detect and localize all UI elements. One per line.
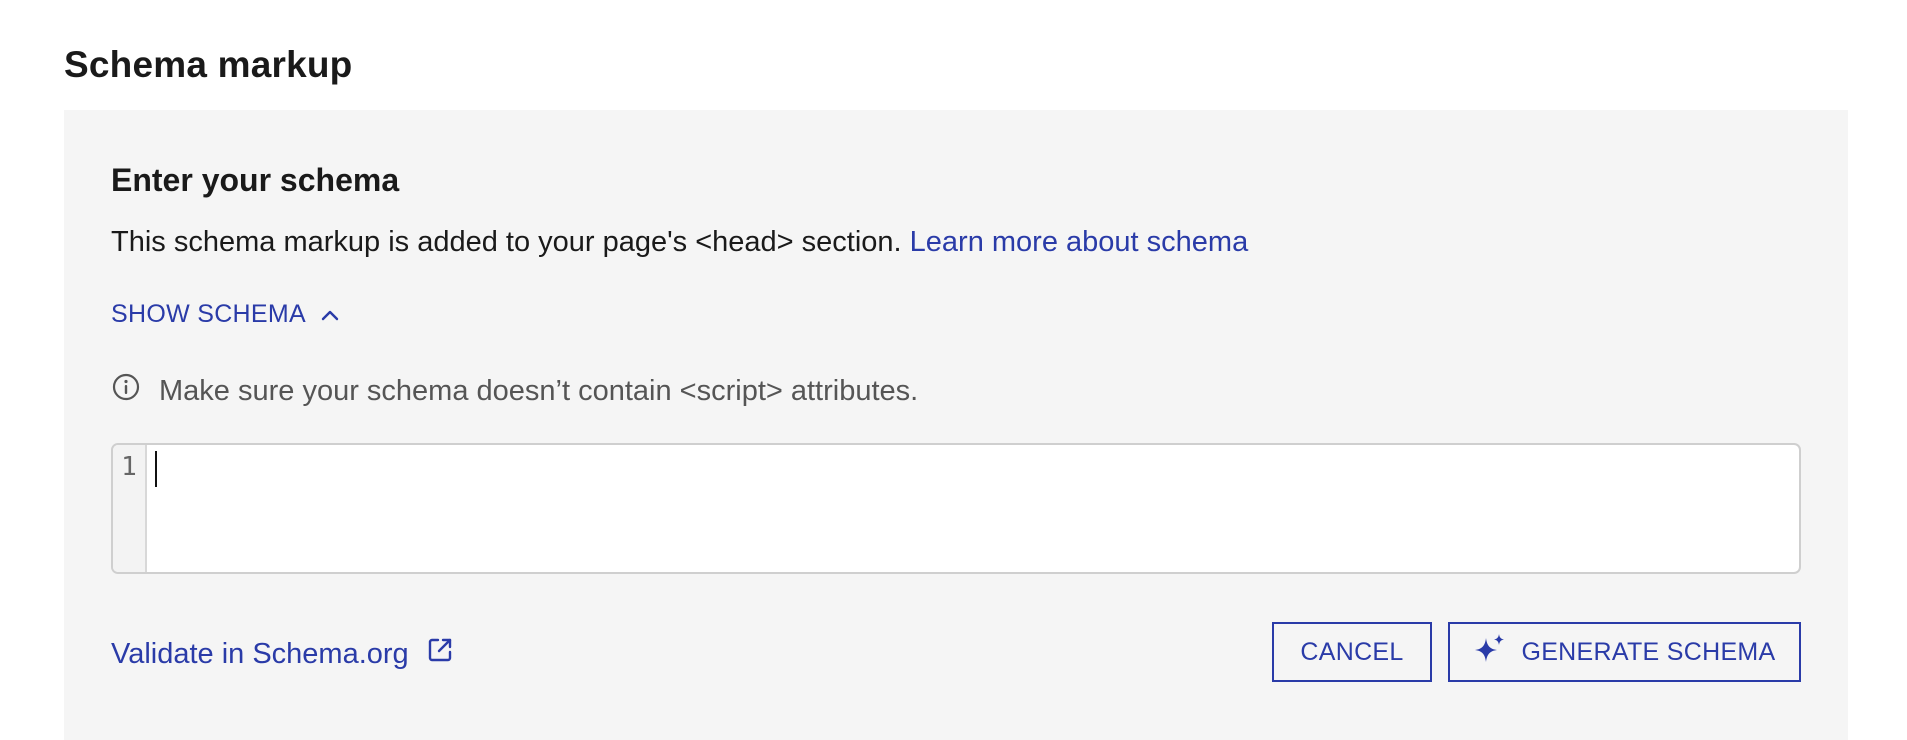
line-number: 1 — [121, 452, 137, 482]
info-message: Make sure your schema doesn’t contain <s… — [159, 374, 919, 407]
external-link-icon — [425, 635, 455, 673]
text-caret — [155, 451, 157, 487]
schema-info-row: Make sure your schema doesn’t contain <s… — [111, 372, 918, 410]
section-title: Enter your schema — [111, 162, 400, 198]
generate-schema-button[interactable]: GENERATE SCHEMA — [1448, 622, 1801, 682]
info-circle-icon — [111, 372, 141, 410]
cancel-button[interactable]: CANCEL — [1272, 622, 1432, 682]
code-input-area[interactable] — [149, 445, 1799, 572]
chevron-up-icon — [320, 308, 340, 322]
validate-schema-link[interactable]: Validate in Schema.org — [111, 635, 455, 673]
validate-link-label: Validate in Schema.org — [111, 637, 409, 670]
schema-code-editor[interactable]: 1 — [111, 443, 1801, 574]
schema-panel: Enter your schema This schema markup is … — [64, 110, 1848, 740]
cancel-button-label: CANCEL — [1300, 637, 1404, 666]
generate-button-label: GENERATE SCHEMA — [1521, 637, 1776, 666]
learn-more-link[interactable]: Learn more about schema — [910, 226, 1249, 258]
description-text: This schema markup is added to your page… — [111, 226, 902, 258]
section-description: This schema markup is added to your page… — [111, 226, 1248, 259]
line-number-gutter: 1 — [113, 445, 147, 572]
show-schema-toggle[interactable]: SHOW SCHEMA — [111, 300, 340, 329]
show-schema-label: SHOW SCHEMA — [111, 300, 306, 328]
sparkle-icon — [1473, 632, 1507, 673]
page-title: Schema markup — [64, 44, 353, 85]
